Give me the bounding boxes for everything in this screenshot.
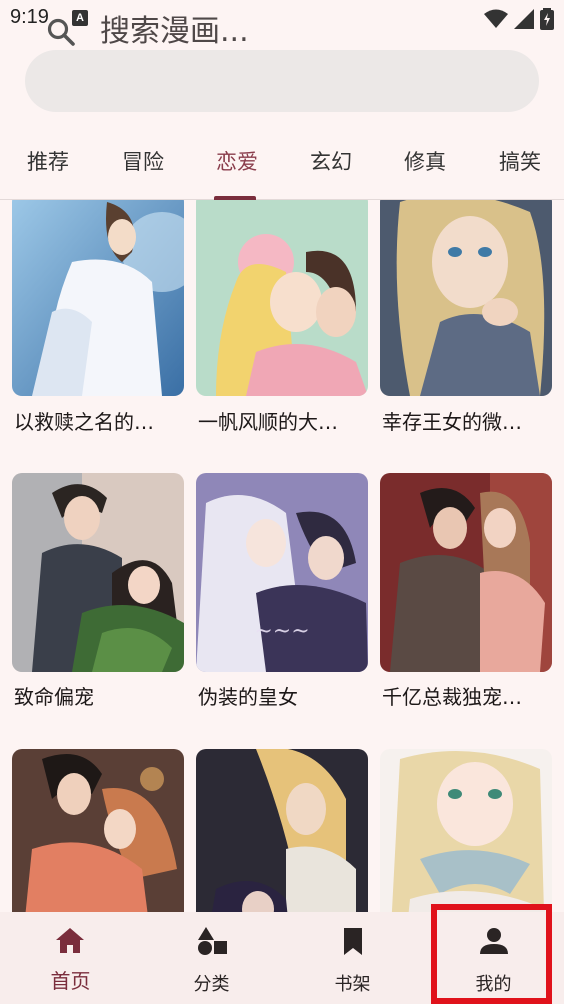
comic-cover[interactable] (12, 200, 184, 396)
search-input[interactable] (100, 9, 500, 53)
nav-label: 首页 (50, 969, 91, 993)
comic-title[interactable]: 以救赎之名的… (14, 406, 186, 435)
category-tabs: 推荐 冒险 恋爱 玄幻 修真 搞笑 (0, 130, 564, 200)
bookmark-icon (344, 928, 362, 955)
app-screen: 9:19 A 推荐 冒险 恋爱 玄幻 修真 搞笑 (0, 0, 564, 1004)
svg-text:~~~: ~~~ (254, 619, 309, 644)
comic-title[interactable]: 一帆风顺的大… (198, 406, 370, 435)
comic-cover[interactable] (380, 749, 552, 912)
search-icon[interactable] (46, 17, 76, 47)
bottom-nav: 首页 分类 书架 我的 (0, 912, 564, 1004)
tab-fantasy[interactable]: 玄幻 (305, 146, 357, 186)
nav-profile[interactable]: 我的 (423, 912, 564, 1004)
comic-title[interactable]: 千亿总裁独宠… (382, 681, 554, 710)
comic-cover[interactable] (12, 749, 184, 912)
comic-title[interactable]: 幸存王女的微… (382, 406, 554, 435)
nav-home[interactable]: 首页 (0, 912, 141, 1004)
nav-label: 书架 (334, 974, 371, 995)
status-time: 9:19 (10, 6, 49, 28)
search-bar[interactable] (25, 50, 539, 112)
nav-label: 分类 (193, 974, 230, 995)
comic-cover[interactable] (380, 200, 552, 396)
tab-recommend[interactable]: 推荐 (22, 146, 74, 186)
comic-cover[interactable] (380, 473, 552, 672)
tab-cultivation[interactable]: 修真 (399, 146, 451, 186)
comic-cover[interactable] (12, 473, 184, 672)
category-icon (198, 927, 227, 955)
comic-title[interactable]: 伪装的皇女 (198, 681, 370, 710)
person-icon (480, 928, 508, 954)
tab-adventure[interactable]: 冒险 (117, 146, 169, 186)
comic-grid: 以救赎之名的… 一帆风顺的大… 幸存王女的微… 致命偏宠 ~~~ 伪装的皇女 千… (0, 200, 564, 912)
nav-category[interactable]: 分类 (141, 912, 282, 1004)
comic-cover[interactable] (196, 749, 368, 912)
tab-romance[interactable]: 恋爱 (211, 146, 263, 186)
nav-label: 我的 (475, 974, 512, 995)
nav-bookshelf[interactable]: 书架 (282, 912, 423, 1004)
comic-cover[interactable]: ~~~ (196, 473, 368, 672)
comic-cover[interactable] (196, 200, 368, 396)
home-icon (56, 928, 84, 953)
signal-icon (514, 9, 534, 29)
comic-title[interactable]: 致命偏宠 (14, 681, 186, 710)
battery-icon (540, 8, 554, 30)
tab-comedy[interactable]: 搞笑 (494, 146, 546, 186)
